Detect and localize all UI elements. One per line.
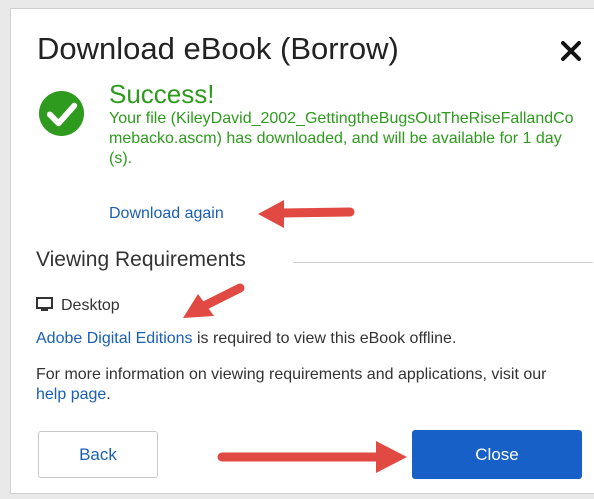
close-button[interactable]: Close bbox=[412, 430, 582, 479]
desktop-icon bbox=[36, 297, 53, 311]
dialog-title: Download eBook (Borrow) bbox=[37, 31, 399, 66]
more-info-text: For more information on viewing requirem… bbox=[36, 365, 556, 405]
success-message: Your file (KileyDavid_2002_GettingtheBug… bbox=[109, 110, 574, 167]
checkmark-circle-icon bbox=[38, 90, 85, 137]
viewing-requirements-heading: Viewing Requirements bbox=[36, 248, 246, 271]
download-again-link[interactable]: Download again bbox=[109, 205, 224, 223]
platform-row: Desktop bbox=[36, 297, 120, 315]
close-icon[interactable] bbox=[559, 39, 583, 63]
more-info-body: For more information on viewing requirem… bbox=[36, 366, 547, 383]
back-button[interactable]: Back bbox=[38, 431, 158, 478]
software-requirement-text: is required to view this eBook offline. bbox=[192, 330, 457, 347]
adobe-digital-editions-link[interactable]: Adobe Digital Editions bbox=[36, 330, 193, 347]
platform-label: Desktop bbox=[61, 297, 120, 314]
section-divider bbox=[293, 262, 593, 263]
success-heading: Success! bbox=[109, 79, 215, 109]
software-requirement: Adobe Digital Editions is required to vi… bbox=[36, 330, 456, 348]
more-info-period: . bbox=[106, 386, 111, 403]
help-page-link[interactable]: help page bbox=[36, 386, 106, 403]
download-ebook-dialog: Download eBook (Borrow) Success! Your fi… bbox=[10, 8, 594, 494]
